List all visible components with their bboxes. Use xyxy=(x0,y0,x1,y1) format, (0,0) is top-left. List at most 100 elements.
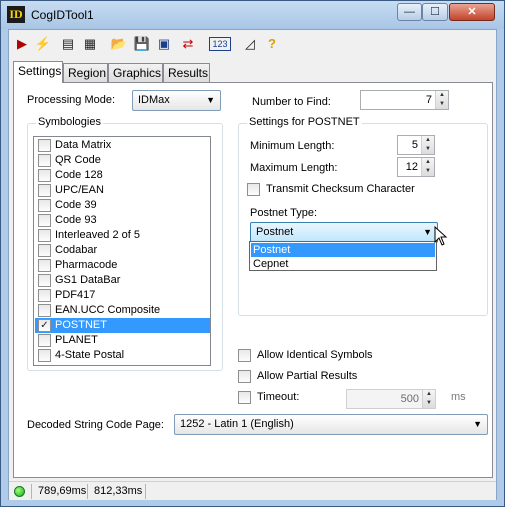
status-led-icon xyxy=(14,486,25,497)
chevron-down-icon: ▼ xyxy=(423,227,432,237)
checkbox[interactable] xyxy=(238,349,251,362)
help-icon[interactable]: ? xyxy=(263,35,281,53)
checkbox[interactable] xyxy=(38,184,51,197)
tab-graphics[interactable]: Graphics xyxy=(108,63,163,82)
tab-region[interactable]: Region xyxy=(63,63,108,82)
spin-arrows-icon[interactable]: ▲ ▼ xyxy=(421,136,434,154)
code-page-select[interactable]: 1252 - Latin 1 (English) ▼ xyxy=(174,414,488,435)
max-length-value: 12 xyxy=(405,161,418,173)
postnet-type-select[interactable]: Postnet ▼ xyxy=(250,222,438,243)
spin-arrows-icon[interactable]: ▲ ▼ xyxy=(422,390,435,408)
allow-identical-checkbox[interactable]: Allow Identical Symbols xyxy=(238,349,388,363)
postnet-type-dropdown-list[interactable]: Postnet Cepnet xyxy=(249,241,437,271)
timeout-value: 500 xyxy=(400,393,419,405)
close-button[interactable]: ✕ xyxy=(449,3,495,21)
divider xyxy=(145,484,146,499)
checkbox[interactable] xyxy=(38,139,51,152)
list-item[interactable]: GS1 DataBar xyxy=(35,273,210,288)
code-page-value: 1252 - Latin 1 (English) xyxy=(180,418,294,430)
checkbox[interactable] xyxy=(38,154,51,167)
image-source-icon[interactable]: ▣ xyxy=(155,35,173,53)
list-item[interactable]: Interleaved 2 of 5 xyxy=(35,228,210,243)
dropdown-option[interactable]: Cepnet xyxy=(251,257,435,271)
spin-arrows-icon[interactable]: ▲ ▼ xyxy=(435,91,448,109)
checkbox[interactable] xyxy=(38,304,51,317)
checkbox[interactable] xyxy=(38,289,51,302)
id-barcode-icon[interactable]: ▤ xyxy=(59,35,77,53)
save-icon[interactable]: 💾 xyxy=(133,35,151,53)
min-length-spinner[interactable]: 5 ▲ ▼ xyxy=(397,135,435,155)
list-item[interactable]: Code 39 xyxy=(35,198,210,213)
maximize-icon: ☐ xyxy=(430,6,440,18)
checkbox[interactable] xyxy=(38,259,51,272)
list-item[interactable]: Code 93 xyxy=(35,213,210,228)
tab-settings[interactable]: Settings xyxy=(13,61,63,83)
timeout-unit-label: ms xyxy=(451,391,466,403)
train-icon[interactable]: ⇄ xyxy=(179,35,197,53)
processing-mode-label: Processing Mode: xyxy=(27,94,116,106)
mouse-cursor-icon xyxy=(434,226,448,246)
numeric-123-icon[interactable]: 123 xyxy=(209,37,231,51)
number-to-find-spinner[interactable]: 7 ▲ ▼ xyxy=(360,90,449,110)
timeout-spinner[interactable]: 500 ▲ ▼ xyxy=(346,389,436,409)
divider xyxy=(31,484,32,499)
list-item[interactable]: Codabar xyxy=(35,243,210,258)
list-item[interactable]: PLANET xyxy=(35,333,210,348)
postnet-settings-title: Settings for POSTNET xyxy=(247,116,362,128)
tab-results[interactable]: Results xyxy=(163,63,210,82)
list-item[interactable]: Code 128 xyxy=(35,168,210,183)
processing-mode-select[interactable]: IDMax ▼ xyxy=(132,90,221,111)
processing-mode-value: IDMax xyxy=(138,94,170,106)
window-title: CogIDTool1 xyxy=(31,8,94,22)
list-item[interactable]: 4-State Postal xyxy=(35,348,210,363)
allow-partial-checkbox[interactable]: Allow Partial Results xyxy=(238,370,388,384)
postnet-type-value: Postnet xyxy=(256,226,294,238)
application-window: ID CogIDTool1 — ☐ ✕ ▶ ⚡ ▤ ▦ 📂 💾 ▣ ⇄ 123 … xyxy=(0,0,505,507)
min-length-value: 5 xyxy=(411,139,418,151)
status-time-2: 812,33ms xyxy=(94,485,143,497)
symbologies-group: Symbologies Data Matrix QR Code Code 128… xyxy=(27,116,223,371)
symbologies-list[interactable]: Data Matrix QR Code Code 128 UPC/EAN Cod… xyxy=(33,136,211,366)
checkbox[interactable] xyxy=(38,229,51,242)
symbologies-title: Symbologies xyxy=(36,116,103,128)
max-length-label: Maximum Length: xyxy=(250,162,338,174)
timeout-checkbox[interactable]: Timeout: xyxy=(238,391,318,405)
maximize-button[interactable]: ☐ xyxy=(422,3,448,21)
checkbox[interactable] xyxy=(38,199,51,212)
dropdown-option-selected[interactable]: Postnet xyxy=(251,243,435,257)
checkbox[interactable] xyxy=(38,349,51,362)
max-length-spinner[interactable]: 12 ▲ ▼ xyxy=(397,157,435,177)
graphics-icon[interactable]: ◿ xyxy=(241,35,259,53)
minimize-button[interactable]: — xyxy=(397,3,422,21)
checkbox[interactable] xyxy=(38,244,51,257)
open-folder-icon[interactable]: 📂 xyxy=(110,35,128,53)
settings-panel: Processing Mode: IDMax ▼ Number to Find:… xyxy=(13,82,493,478)
code-page-label: Decoded String Code Page: xyxy=(27,419,164,431)
run-icon[interactable]: ▶ xyxy=(13,35,31,53)
list-item[interactable]: PDF417 xyxy=(35,288,210,303)
id-settings-icon[interactable]: ▦ xyxy=(81,35,99,53)
list-item[interactable]: UPC/EAN xyxy=(35,183,210,198)
list-item[interactable]: QR Code xyxy=(35,153,210,168)
number-to-find-label: Number to Find: xyxy=(252,96,331,108)
checkbox[interactable] xyxy=(38,169,51,182)
checkbox[interactable] xyxy=(238,370,251,383)
lightning-icon[interactable]: ⚡ xyxy=(34,35,52,53)
title-bar[interactable]: ID CogIDTool1 — ☐ ✕ xyxy=(1,1,504,29)
list-item[interactable]: Data Matrix xyxy=(35,138,210,153)
close-icon: ✕ xyxy=(467,6,477,18)
checkbox[interactable] xyxy=(238,391,251,404)
transmit-checksum-checkbox[interactable]: Transmit Checksum Character xyxy=(247,183,427,197)
min-length-label: Minimum Length: xyxy=(250,140,335,152)
checkbox[interactable] xyxy=(247,183,260,196)
checkbox[interactable] xyxy=(38,214,51,227)
checkbox[interactable] xyxy=(38,334,51,347)
checkbox[interactable] xyxy=(38,274,51,287)
list-item[interactable]: EAN.UCC Composite xyxy=(35,303,210,318)
spin-arrows-icon[interactable]: ▲ ▼ xyxy=(421,158,434,176)
number-to-find-value: 7 xyxy=(425,94,432,106)
list-item[interactable]: Pharmacode xyxy=(35,258,210,273)
app-id-icon: ID xyxy=(7,6,25,23)
list-item-selected[interactable]: ✓ POSTNET xyxy=(35,318,210,333)
checkbox-checked[interactable]: ✓ xyxy=(38,319,51,332)
